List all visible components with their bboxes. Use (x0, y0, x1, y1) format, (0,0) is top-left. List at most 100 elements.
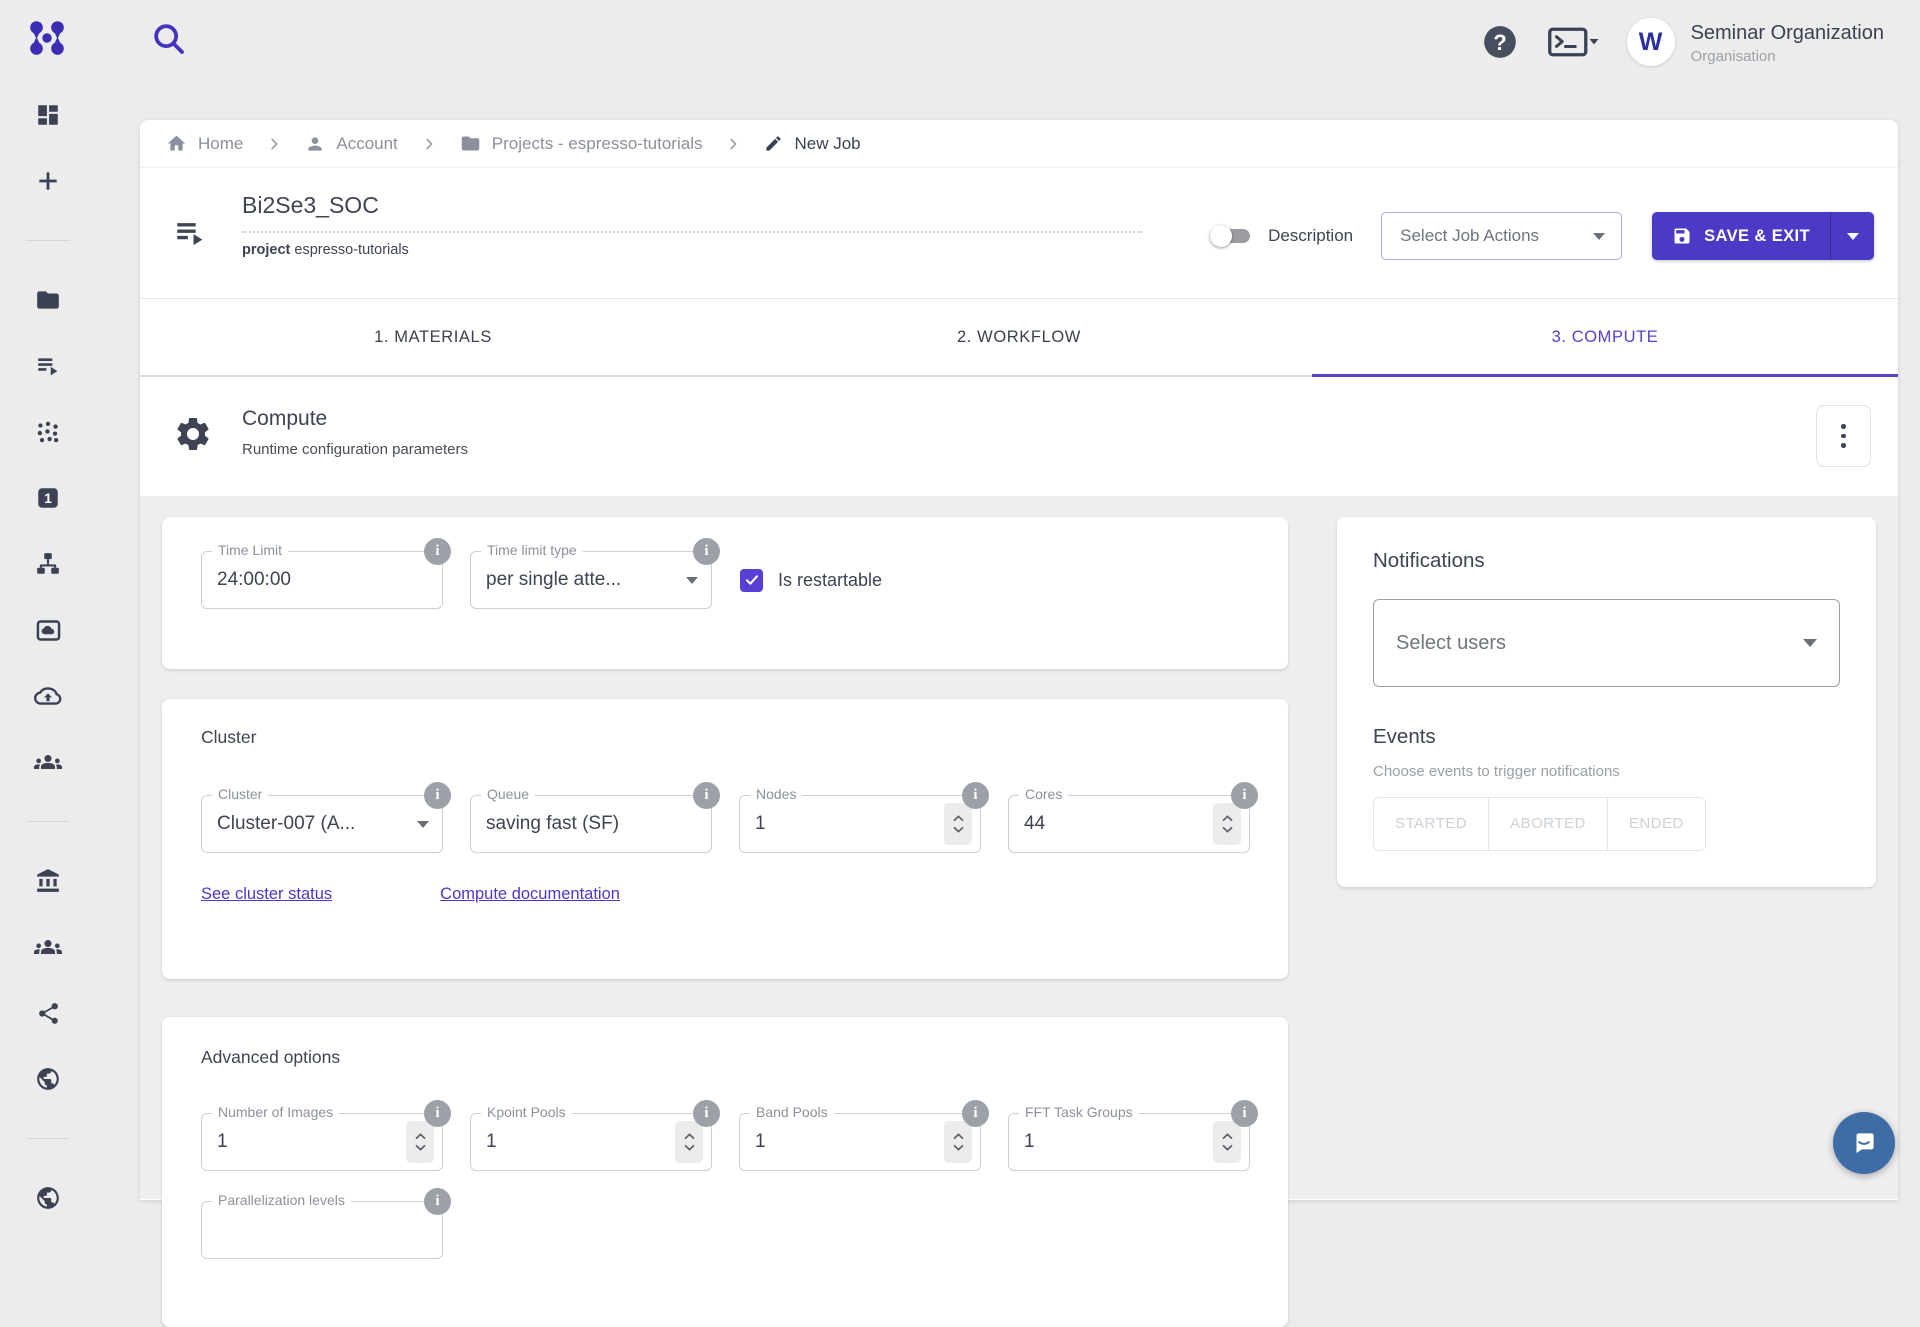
band-pools-stepper[interactable]: Band Pools 1 i (739, 1113, 981, 1171)
description-toggle[interactable] (1210, 223, 1254, 249)
info-icon[interactable]: i (1231, 1100, 1258, 1127)
tab-materials[interactable]: 1. MATERIALS (140, 299, 726, 375)
info-icon[interactable]: i (424, 1188, 451, 1215)
queue-field[interactable]: Queue saving fast (SF) i (470, 795, 712, 853)
info-icon[interactable]: i (962, 1100, 989, 1127)
tab-compute[interactable]: 3. COMPUTE (1312, 299, 1898, 375)
save-exit-button[interactable]: SAVE & EXIT (1652, 212, 1830, 260)
parallelization-levels-field[interactable]: Parallelization levels i (201, 1201, 443, 1259)
terminal-icon (1547, 24, 1599, 60)
chevron-right-icon (266, 136, 282, 152)
stepper-arrows[interactable] (1213, 1121, 1241, 1163)
chevron-down-icon (1593, 233, 1605, 240)
sidebar-item-jobs[interactable] (0, 333, 96, 399)
info-icon[interactable]: i (1231, 782, 1258, 809)
sidebar-item-materials[interactable] (0, 399, 96, 465)
stepper-arrows[interactable] (944, 803, 972, 845)
stepper-arrows[interactable] (675, 1121, 703, 1163)
job-actions-select[interactable]: Select Job Actions (1381, 212, 1622, 260)
field-value[interactable]: 1 (755, 796, 946, 852)
kpoint-pools-stepper[interactable]: Kpoint Pools 1 i (470, 1113, 712, 1171)
sidebar-item-storage[interactable] (0, 663, 96, 729)
sidebar-item-organization[interactable] (0, 848, 96, 914)
field-value[interactable]: 24:00:00 (217, 552, 408, 608)
field-value[interactable]: 1 (755, 1114, 946, 1170)
folder-icon (35, 287, 61, 313)
fft-task-groups-stepper[interactable]: FFT Task Groups 1 i (1008, 1113, 1250, 1171)
chevron-down-icon (415, 1144, 426, 1151)
chevron-right-icon (421, 136, 437, 152)
sidebar-item-collection[interactable]: 1 (0, 465, 96, 531)
time-limit-type-select[interactable]: Time limit type per single atte... i (470, 551, 712, 609)
events-hint: Choose events to trigger notifications (1373, 763, 1620, 780)
cores-stepper[interactable]: Cores 44 i (1008, 795, 1250, 853)
job-header-controls: Description Select Job Actions SAVE & EX… (1210, 212, 1874, 260)
search-icon[interactable] (150, 20, 188, 58)
account-menu[interactable]: W Seminar Organization Organisation (1627, 18, 1884, 66)
select-users-dropdown[interactable]: Select users (1373, 599, 1840, 687)
help-button[interactable]: ? (1481, 23, 1519, 61)
stepper-arrows[interactable] (944, 1121, 972, 1163)
sidebar-item-projects[interactable] (0, 267, 96, 333)
save-dropdown-button[interactable] (1830, 212, 1874, 260)
number-of-images-stepper[interactable]: Number of Images 1 i (201, 1113, 443, 1171)
sidebar-item-users[interactable] (0, 729, 96, 795)
tab-workflow[interactable]: 2. WORKFLOW (726, 299, 1312, 375)
sidebar-divider (26, 821, 70, 822)
sidebar-item-workflows[interactable] (0, 531, 96, 597)
info-icon[interactable]: i (424, 782, 451, 809)
time-limit-field[interactable]: Time Limit 24:00:00 i (201, 551, 443, 609)
event-aborted-button[interactable]: ABORTED (1489, 798, 1608, 850)
event-started-button[interactable]: STARTED (1374, 798, 1489, 850)
stepper-arrows[interactable] (406, 1121, 434, 1163)
stepper-arrows[interactable] (1213, 803, 1241, 845)
topbar-right: ? W Seminar Organization Organisation (1481, 10, 1884, 74)
field-value[interactable]: Cluster-007 (A... (217, 796, 408, 852)
sidebar-item-bottom-partial[interactable] (0, 1165, 96, 1231)
sidebar-item-public[interactable] (0, 1046, 96, 1112)
breadcrumb-account[interactable]: Account (305, 134, 397, 154)
job-actions-label: Select Job Actions (1400, 226, 1539, 246)
field-value[interactable]: saving fast (SF) (486, 796, 677, 852)
job-summary-toggle[interactable] (173, 216, 207, 250)
field-value[interactable]: per single atte... (486, 552, 677, 608)
breadcrumb-label: New Job (794, 134, 860, 154)
info-icon[interactable]: i (424, 1100, 451, 1127)
checkbox-checked-icon (740, 569, 763, 592)
event-button-group: STARTED ABORTED ENDED (1373, 797, 1706, 851)
sidebar-item-sharing[interactable] (0, 980, 96, 1046)
terminal-button[interactable] (1547, 24, 1599, 60)
field-value[interactable]: 1 (1024, 1114, 1215, 1170)
info-icon[interactable]: i (693, 1100, 720, 1127)
globe-partial-icon (35, 1185, 61, 1211)
compute-menu-button[interactable] (1816, 405, 1871, 467)
breadcrumb-projects[interactable]: Projects - espresso-tutorials (460, 133, 703, 154)
field-value[interactable]: 1 (217, 1114, 408, 1170)
chevron-down-icon[interactable] (686, 577, 698, 584)
sidebar-item-dashboard[interactable] (0, 82, 96, 148)
info-icon[interactable]: i (962, 782, 989, 809)
cluster-select[interactable]: Cluster Cluster-007 (A... i (201, 795, 443, 853)
nodes-stepper[interactable]: Nodes 1 i (739, 795, 981, 853)
info-icon[interactable]: i (693, 782, 720, 809)
is-restartable-checkbox[interactable]: Is restartable (740, 569, 882, 592)
cluster-status-link[interactable]: See cluster status (201, 885, 332, 904)
chat-launcher-button[interactable] (1833, 1112, 1895, 1174)
sidebar-item-teams[interactable] (0, 914, 96, 980)
info-icon[interactable]: i (424, 538, 451, 565)
mat3ra-logo-icon[interactable] (26, 18, 68, 58)
playlist-play-icon (173, 216, 207, 250)
project-label: project (242, 242, 290, 258)
breadcrumb-home[interactable]: Home (166, 133, 243, 154)
job-name-editable[interactable]: Bi2Se3_SOC (242, 192, 1142, 233)
sidebar-item-media[interactable] (0, 597, 96, 663)
event-ended-button[interactable]: ENDED (1608, 798, 1705, 850)
sidebar-item-create[interactable] (0, 148, 96, 214)
chevron-down-icon[interactable] (417, 821, 429, 828)
field-value[interactable]: 44 (1024, 796, 1215, 852)
compute-docs-link[interactable]: Compute documentation (440, 885, 620, 904)
info-icon[interactable]: i (693, 538, 720, 565)
chevron-down-icon (953, 1144, 964, 1151)
field-value[interactable]: 1 (486, 1114, 677, 1170)
help-icon: ? (1481, 23, 1519, 61)
